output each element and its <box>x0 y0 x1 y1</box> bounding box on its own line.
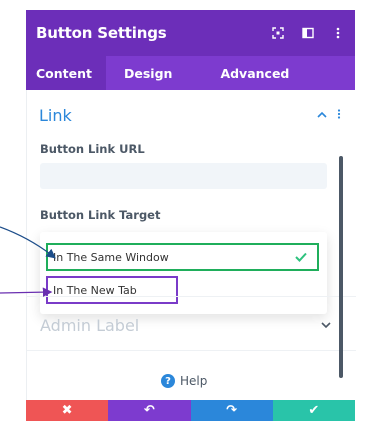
link-target-dropdown[interactable]: In The Same Window In The New Tab <box>40 232 327 314</box>
footer-actions: ✖ ↶ ↷ ✔ <box>26 400 355 421</box>
redo-icon: ↷ <box>226 403 238 418</box>
checkmark-icon <box>295 251 307 266</box>
divider <box>27 296 356 297</box>
header-actions <box>271 26 345 40</box>
tab-advanced[interactable]: Advanced <box>210 56 299 90</box>
chevron-up-icon[interactable] <box>317 108 327 122</box>
button-link-url-input[interactable] <box>40 163 327 189</box>
settings-tabs: Content Design Advanced <box>26 56 355 90</box>
settings-header: Button Settings <box>26 10 355 56</box>
settings-panel: Link Button Link URL Button Link Target … <box>26 90 356 400</box>
url-field-label: Button Link URL <box>40 142 145 156</box>
cancel-button[interactable]: ✖ <box>26 400 109 421</box>
header-title: Button Settings <box>36 24 167 42</box>
target-field-label: Button Link Target <box>40 208 161 222</box>
admin-label-section-title[interactable]: Admin Label <box>40 316 139 335</box>
scrollbar[interactable] <box>339 156 343 378</box>
help-icon: ? <box>161 374 175 388</box>
section-more-icon[interactable] <box>337 108 341 122</box>
undo-icon: ↶ <box>143 403 155 418</box>
expand-icon[interactable] <box>271 26 285 40</box>
section-controls <box>317 108 341 122</box>
close-icon: ✖ <box>61 403 73 418</box>
more-icon[interactable] <box>331 26 345 40</box>
chevron-down-icon[interactable] <box>321 318 331 332</box>
option-same-window[interactable]: In The Same Window <box>46 243 319 271</box>
help-link[interactable]: ? Help <box>161 374 207 388</box>
tab-design[interactable]: Design <box>114 56 182 90</box>
tab-content[interactable]: Content <box>26 56 106 90</box>
sidebar-icon[interactable] <box>301 26 315 40</box>
redo-button[interactable]: ↷ <box>190 400 273 421</box>
option-label: In The New Tab <box>53 283 137 297</box>
link-section-title[interactable]: Link <box>39 106 72 125</box>
help-label: Help <box>180 374 208 388</box>
divider <box>27 350 356 351</box>
option-new-tab[interactable]: In The New Tab <box>46 276 178 304</box>
option-label: In The Same Window <box>53 250 169 264</box>
save-button[interactable]: ✔ <box>272 400 355 421</box>
undo-button[interactable]: ↶ <box>108 400 191 421</box>
check-icon: ✔ <box>308 403 320 418</box>
